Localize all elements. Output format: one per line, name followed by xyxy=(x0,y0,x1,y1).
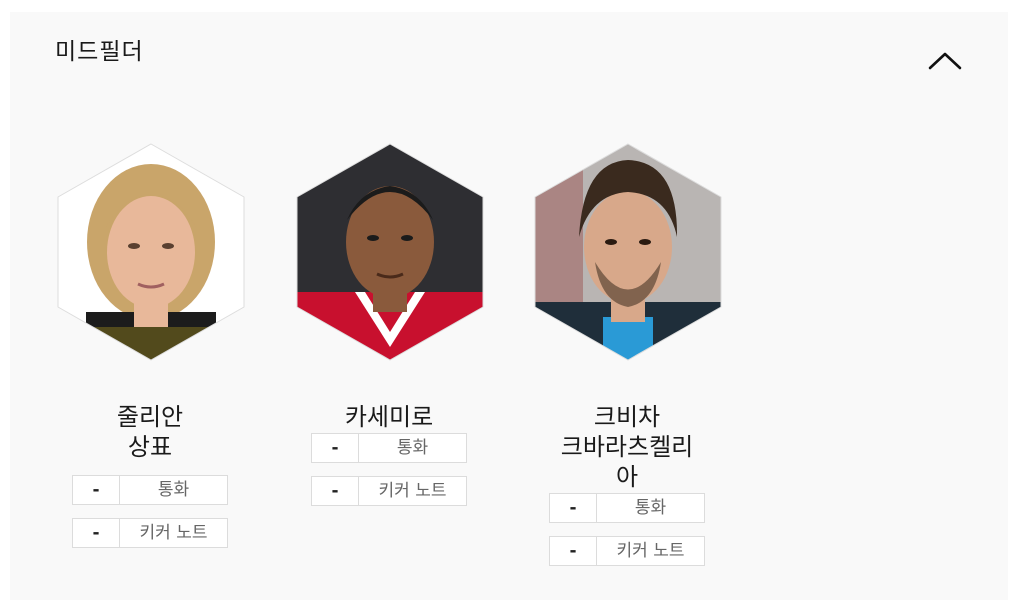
call-stat-label: 통화 xyxy=(157,480,190,500)
player-name: 크비차 크바라츠켈리 아 xyxy=(527,402,727,492)
player-photo[interactable] xyxy=(533,142,723,362)
player-name-line: 상표 xyxy=(127,433,173,461)
player-name-line: 아 xyxy=(615,463,639,491)
kicker-note-value: - xyxy=(73,519,120,547)
call-stat-row[interactable]: - 통화 xyxy=(311,433,467,463)
player-name-line: 줄리안 xyxy=(116,403,184,431)
player-name-line: 크바라츠켈리 xyxy=(560,433,694,461)
player-name-line: 크비차 xyxy=(593,403,661,431)
call-stat-value: - xyxy=(73,476,120,504)
chevron-up-icon xyxy=(928,52,962,70)
kicker-note-label: 키커 노트 xyxy=(378,481,447,501)
player-photo[interactable] xyxy=(56,142,246,362)
kicker-note-label: 키커 노트 xyxy=(616,541,685,561)
call-stat-value: - xyxy=(312,434,359,462)
player-photo[interactable] xyxy=(295,142,485,362)
player-name-line: 카세미로 xyxy=(344,403,434,431)
call-stat-label: 통화 xyxy=(634,498,667,518)
midfielders-section: 미드필더 줄리안 상표 - 통화 - 키커 노트 카세미로 - 통화 - 키커 … xyxy=(10,12,1008,600)
call-stat-row[interactable]: - 통화 xyxy=(72,475,228,505)
section-title: 미드필더 xyxy=(55,39,144,65)
kicker-note-row[interactable]: - 키커 노트 xyxy=(549,536,705,566)
call-stat-label: 통화 xyxy=(396,438,429,458)
player-name: 카세미로 xyxy=(289,402,489,432)
kicker-note-label: 키커 노트 xyxy=(139,523,208,543)
call-stat-value: - xyxy=(550,494,597,522)
call-stat-row[interactable]: - 통화 xyxy=(549,493,705,523)
kicker-note-row[interactable]: - 키커 노트 xyxy=(72,518,228,548)
kicker-note-value: - xyxy=(312,477,359,505)
player-name: 줄리안 상표 xyxy=(50,402,250,462)
kicker-note-row[interactable]: - 키커 노트 xyxy=(311,476,467,506)
collapse-button[interactable] xyxy=(922,44,968,78)
kicker-note-value: - xyxy=(550,537,597,565)
